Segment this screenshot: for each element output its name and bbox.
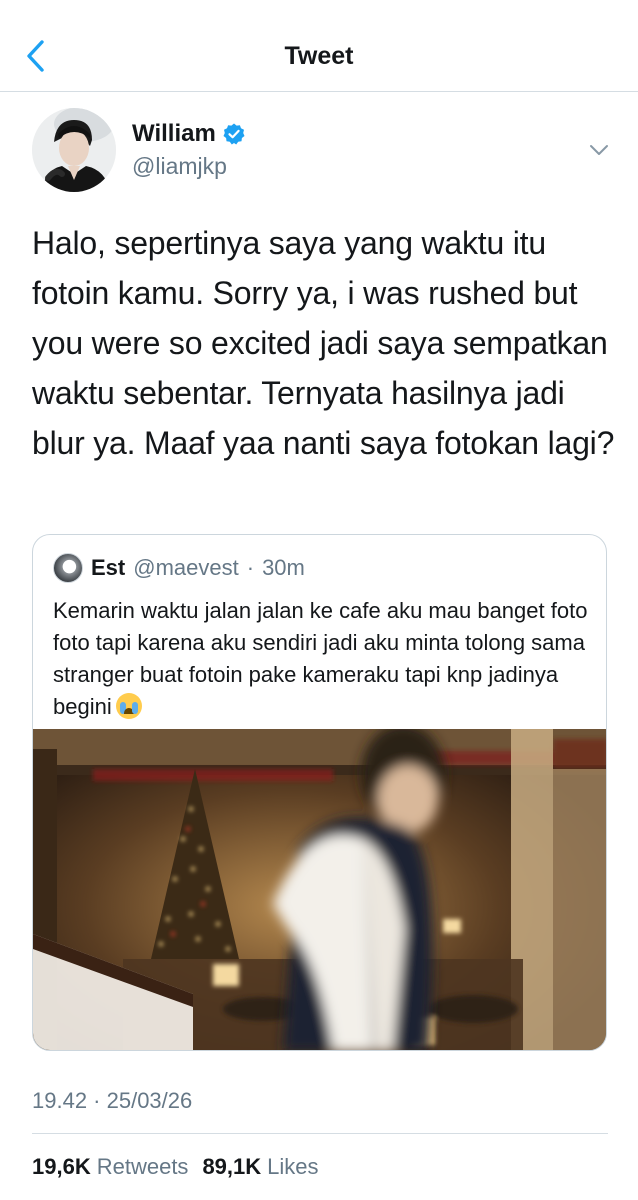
quoted-separator: ·	[246, 555, 255, 580]
quoted-tweet-photo[interactable]	[33, 729, 606, 1050]
tweet-stats: 19,6K Retweets 89,1K Likes	[32, 1154, 327, 1180]
author-name: William	[132, 120, 216, 147]
verified-badge-icon	[223, 123, 245, 145]
retweets-label[interactable]: Retweets	[97, 1154, 189, 1180]
likes-label[interactable]: Likes	[267, 1154, 318, 1180]
quoted-author-name: Est	[91, 555, 126, 580]
quoted-author-avatar	[53, 553, 83, 583]
quoted-tweet-text-block: Kemarin waktu jalan jalan ke cafe aku ma…	[53, 595, 593, 723]
tweet-text: Halo, sepertinya saya yang waktu itu fot…	[32, 225, 615, 461]
author-handle[interactable]: @liamjkp	[132, 153, 227, 180]
divider	[32, 1133, 608, 1134]
quoted-author-handle: @maevest	[133, 555, 239, 580]
author-avatar[interactable]	[32, 108, 116, 192]
top-bar: Tweet	[0, 0, 638, 92]
loudly-crying-face-emoji-icon	[115, 693, 142, 719]
author-name-row[interactable]: William	[132, 120, 246, 148]
likes-count[interactable]: 89,1K	[202, 1154, 261, 1180]
chevron-down-icon	[590, 145, 608, 155]
tweet-timestamp: 19.42 · 25/03/26	[32, 1088, 193, 1113]
retweets-count[interactable]: 19,6K	[32, 1154, 91, 1180]
quoted-tweet-card[interactable]: Est @maevest · 30m Kemarin waktu jalan j…	[32, 534, 607, 1051]
tweet-menu-button[interactable]	[588, 142, 610, 158]
quoted-tweet-header: Est @maevest · 30m	[53, 553, 305, 583]
page-title: Tweet	[284, 42, 354, 70]
quoted-tweet-time: 30m	[262, 555, 305, 580]
